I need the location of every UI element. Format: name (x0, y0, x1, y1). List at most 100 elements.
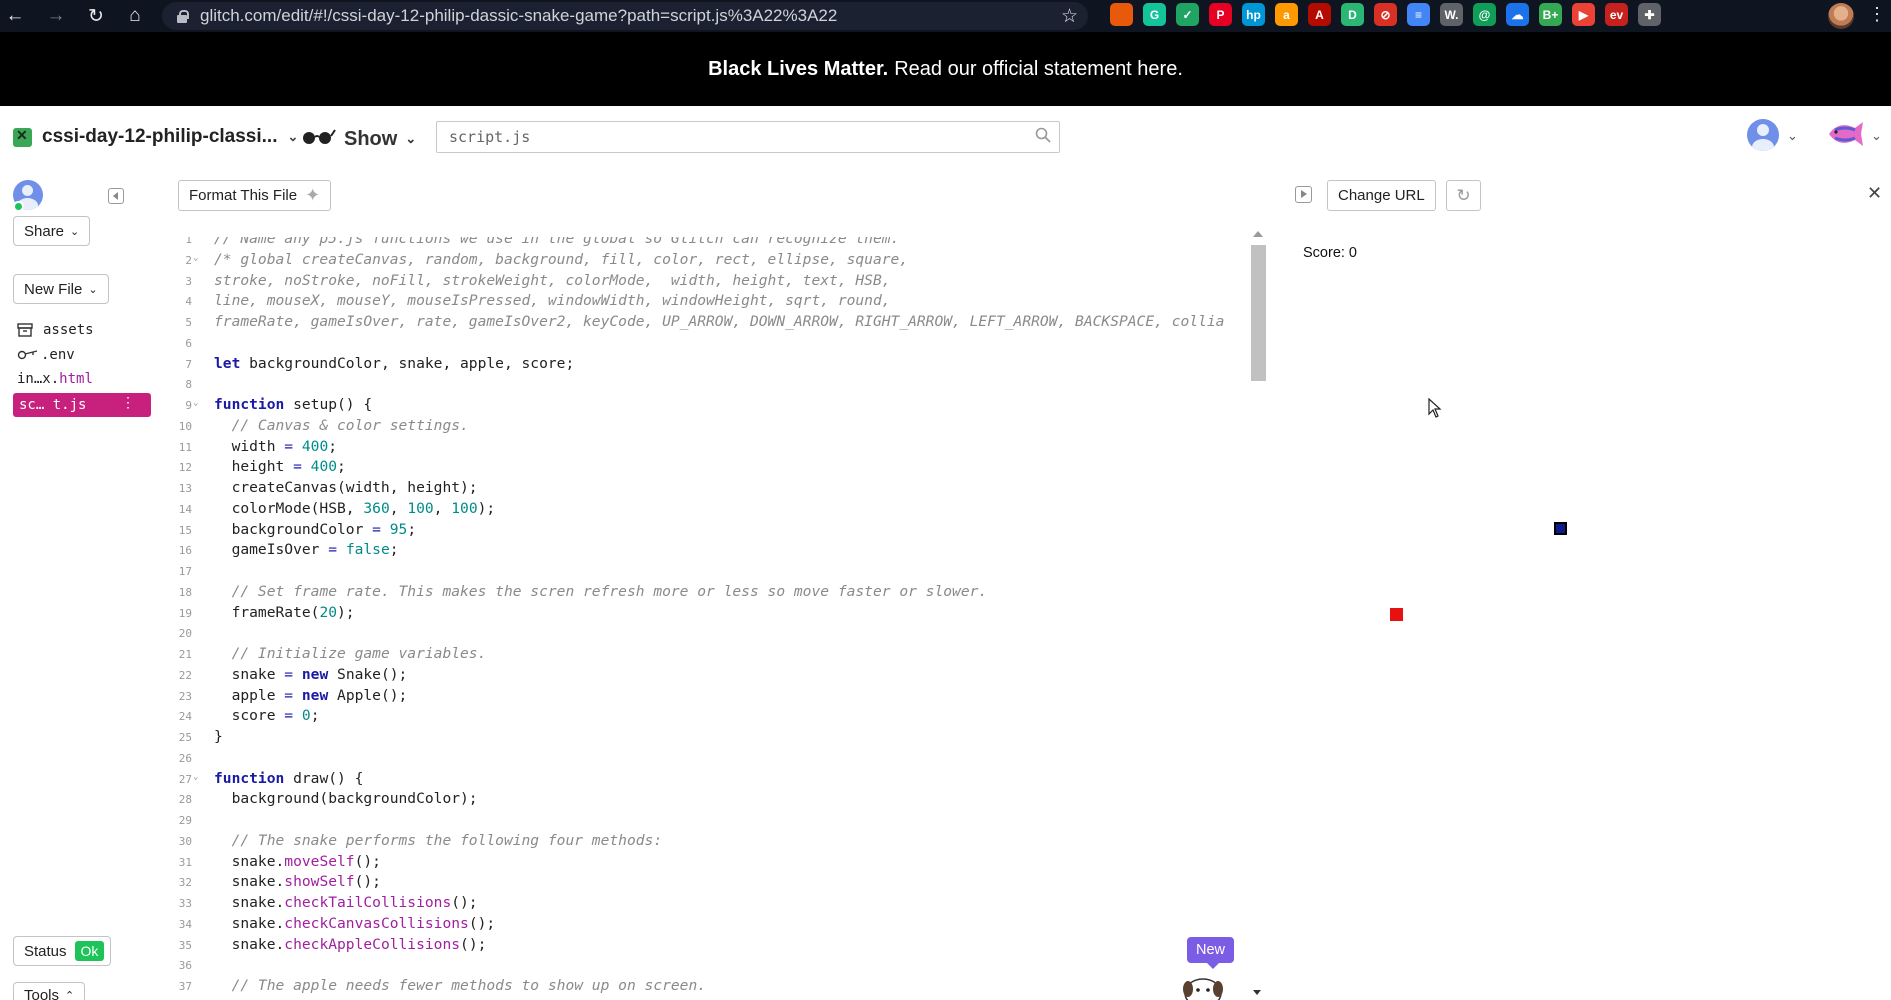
online-status-icon (13, 201, 24, 212)
code-text: // Set frame rate. This makes the scren … (231, 582, 988, 600)
share-button[interactable]: Share ⌄ (13, 216, 91, 246)
file-label: sc… t.js (19, 397, 87, 413)
menu-icon[interactable]: ⋮ (1868, 4, 1886, 25)
file-options-icon[interactable]: ⋮ (121, 395, 135, 411)
file-label: assets (43, 322, 94, 338)
file-search-input[interactable]: script.js (436, 121, 1060, 153)
code-text: stroke, noStroke, noFill, strokeWeight, … (214, 271, 891, 289)
line-number: 9 (185, 399, 192, 412)
line-number: 4 (185, 295, 192, 309)
user-avatar[interactable] (1747, 119, 1779, 151)
code-text: score = 0; (214, 707, 320, 725)
line-number: 11 (178, 440, 192, 454)
code-text: createCanvas(width, height); (214, 479, 478, 496)
cloud-extension-icon[interactable]: ☁ (1506, 3, 1529, 26)
address-bar[interactable]: glitch.com/edit/#!/cssi-day-12-philip-da… (162, 2, 1088, 30)
line-number: 3 (185, 274, 192, 288)
docs-icon[interactable]: ≡ (1407, 3, 1430, 26)
line-number: 25 (178, 731, 192, 744)
snake-segment (1554, 522, 1567, 535)
code-text: snake.showSelf(); (214, 873, 381, 891)
format-file-button[interactable]: Format This File ✦ (178, 180, 332, 211)
speed-extension-icon[interactable]: @ (1473, 3, 1496, 26)
project-name: cssi-day-12-philip-classi... (42, 126, 278, 147)
file-script-js[interactable]: sc… t.js ⋮ (13, 393, 151, 417)
url-text: glitch.com/edit/#!/cssi-day-12-philip-da… (200, 6, 838, 25)
banner-bold: Black Lives Matter. (708, 57, 889, 80)
code-text: /* global createCanvas, random, backgrou… (214, 250, 909, 268)
line-number: 15 (178, 523, 192, 537)
task-check-icon[interactable]: ✓ (1176, 3, 1199, 26)
file-extension: html (59, 371, 93, 387)
change-url-button[interactable]: Change URL (1327, 180, 1436, 211)
line-number: 28 (178, 793, 192, 807)
amazon-icon[interactable]: a (1275, 3, 1298, 26)
line-number: 7 (185, 357, 192, 371)
code-text: snake.moveSelf(); (214, 852, 381, 870)
format-label: Format This File (189, 187, 298, 204)
new-file-button[interactable]: New File ⌄ (13, 274, 109, 304)
code-text: colorMode(HSB, 360, 100, 100); (214, 499, 496, 517)
block-extension-icon[interactable]: ⊘ (1374, 3, 1397, 26)
code-text: snake.checkTailCollisions(); (214, 894, 478, 911)
fold-toggle-icon[interactable]: ⌄ (193, 772, 198, 782)
file-assets[interactable]: assets (17, 319, 94, 341)
tools-button[interactable]: Tools ⌃ (13, 982, 86, 1000)
new-feature-badge[interactable]: New (1187, 937, 1235, 969)
hp-icon[interactable]: hp (1242, 3, 1265, 26)
code-editor[interactable]: 1 // Name any p5.js functions we use in t… (168, 237, 1250, 1000)
line-number: 36 (178, 959, 192, 973)
show-button[interactable]: Show ⌄ (300, 126, 416, 152)
scroll-up-icon[interactable] (1253, 231, 1263, 237)
reload-icon[interactable]: ↻ (81, 1, 111, 31)
refresh-preview-button[interactable]: ↻ (1446, 180, 1481, 211)
fold-toggle-icon[interactable]: ⌄ (193, 398, 198, 408)
back-icon[interactable]: ← (0, 1, 30, 31)
project-menu[interactable]: cssi-day-12-philip-classi... ⌄ (13, 126, 298, 148)
code-text: snake = new Snake(); (214, 665, 408, 683)
line-number: 13 (178, 482, 192, 495)
chevron-down-icon[interactable]: ⌄ (1787, 128, 1798, 144)
status-badge: Ok (74, 941, 105, 961)
line-number: 22 (178, 668, 192, 682)
grammarly-icon[interactable]: G (1143, 3, 1166, 26)
chevron-down-icon[interactable]: ⌄ (1871, 128, 1882, 144)
w-extension-icon[interactable]: W. (1440, 3, 1463, 26)
chevron-down-icon[interactable] (1253, 990, 1261, 995)
line-number: 32 (178, 876, 192, 890)
file-index-html[interactable]: in…x. html (17, 368, 93, 390)
bookmark-star-icon[interactable]: ☆ (1061, 5, 1078, 28)
puzzle-icon[interactable]: ✚ (1638, 3, 1661, 26)
acrobat-icon[interactable]: A (1308, 3, 1331, 26)
code-text: // Canvas & color settings. (231, 416, 469, 434)
video-extension-icon[interactable]: ▶ (1572, 3, 1595, 26)
line-number: 37 (178, 980, 192, 993)
home-icon[interactable]: ⌂ (120, 1, 150, 31)
close-preview-icon[interactable]: ✕ (1867, 183, 1882, 204)
line-number: 33 (178, 897, 192, 910)
line-number: 16 (178, 544, 192, 558)
announcement-banner[interactable]: Black Lives Matter. Read our official st… (0, 32, 1891, 106)
banner-text[interactable]: Read our official statement here. (894, 58, 1183, 81)
line-number: 24 (178, 710, 192, 724)
fire-extension-icon[interactable] (1110, 3, 1133, 26)
share-label: Share (24, 222, 65, 240)
status-button[interactable]: Status Ok (13, 936, 112, 966)
game-score: Score: 0 (1303, 245, 1357, 261)
glitch-mascot-icon[interactable] (1180, 975, 1226, 1000)
d-extension-icon[interactable]: D (1341, 3, 1364, 26)
file-env[interactable]: .env (17, 344, 75, 366)
forward-icon[interactable]: → (41, 1, 71, 31)
b-plus-icon[interactable]: B+ (1539, 3, 1562, 26)
search-icon[interactable] (1035, 127, 1051, 143)
ev-extension-icon[interactable]: ev (1605, 3, 1628, 26)
line-number: 31 (178, 855, 192, 869)
glitch-fish-icon[interactable] (1825, 118, 1865, 150)
collapse-sidebar-icon[interactable] (108, 188, 124, 204)
editor-scrollbar[interactable] (1251, 245, 1266, 381)
profile-avatar[interactable] (1828, 3, 1854, 29)
line-number: 12 (178, 461, 192, 475)
pinterest-icon[interactable]: P (1209, 3, 1232, 26)
fold-toggle-icon[interactable]: ⌄ (193, 253, 198, 263)
preview-play-icon[interactable] (1295, 186, 1312, 203)
